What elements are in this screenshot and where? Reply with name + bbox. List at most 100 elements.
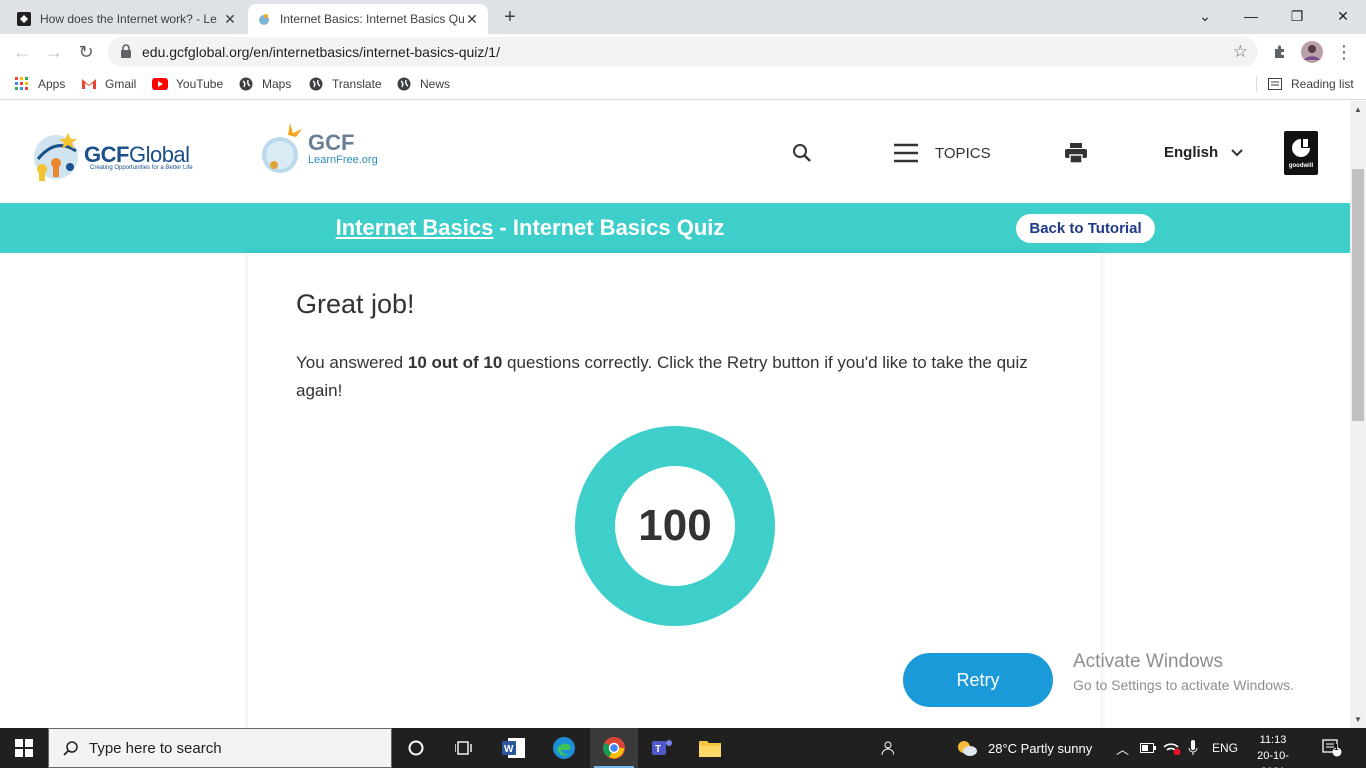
gcf-learnfree-favicon-icon — [256, 11, 272, 27]
windows-logo-icon — [15, 739, 33, 757]
bookmark-label: YouTube — [176, 77, 224, 91]
close-tab-icon[interactable]: ✕ — [222, 11, 238, 28]
tab-internet-basics-quiz[interactable]: Internet Basics: Internet Basics Qu ✕ — [248, 4, 488, 34]
people-icon — [881, 741, 894, 756]
profile-avatar[interactable] — [1298, 38, 1326, 66]
search-icon — [63, 741, 78, 756]
quiz-title-bar: Internet Basics - Internet Basics Quiz B… — [0, 203, 1350, 253]
chevron-up-icon: ︿ — [1116, 741, 1130, 757]
bookmark-translate[interactable]: Translate — [308, 76, 382, 92]
tab-search-icon[interactable]: ⌄ — [1182, 0, 1228, 32]
minimize-button[interactable]: — — [1228, 0, 1274, 32]
bookmark-apps[interactable]: Apps — [14, 76, 65, 92]
scrollbar-thumb[interactable] — [1352, 169, 1364, 421]
retry-button[interactable]: Retry — [903, 653, 1053, 707]
network-tray[interactable] — [1163, 728, 1181, 768]
teams-icon: T — [652, 740, 672, 755]
bookmark-label: Translate — [332, 77, 382, 91]
system-clock[interactable]: 11:13 20-10-2021 — [1246, 732, 1300, 780]
gcfglobal-logo[interactable]: GCFGlobal Creating Opportunities for a B… — [28, 129, 193, 181]
reload-icon[interactable]: ↻ — [72, 38, 100, 66]
course-link[interactable]: Internet Basics — [336, 215, 494, 240]
goodwill-wordmark: goodwill — [1288, 163, 1314, 169]
back-to-tutorial-button[interactable]: Back to Tutorial — [1016, 214, 1155, 243]
quiz-title: Internet Basics Quiz — [512, 215, 725, 240]
youtube-icon — [152, 76, 168, 92]
bookmark-label: News — [420, 77, 451, 91]
learnfree-wordmark: GCF LearnFree.org — [308, 132, 378, 167]
word-app-button[interactable]: W — [490, 728, 538, 768]
bookmark-star-icon[interactable]: ☆ — [1233, 42, 1248, 62]
tab-title: How does the Internet work? - Le — [40, 12, 217, 26]
extensions-puzzle-icon[interactable] — [1266, 38, 1294, 66]
logo-name-rest: Global — [128, 142, 190, 167]
goodwill-smile-icon — [1292, 139, 1310, 157]
close-tab-icon[interactable]: ✕ — [464, 11, 480, 28]
gcf-learnfree-logo[interactable]: GCF LearnFree.org — [258, 119, 378, 179]
tab-internet-work[interactable]: How does the Internet work? - Le ✕ — [8, 4, 246, 34]
globe-icon — [238, 76, 254, 92]
gcfglobal-emblem-icon — [34, 133, 78, 181]
page-scrollbar[interactable]: ▲ ▼ — [1350, 101, 1366, 728]
svg-text:W: W — [504, 744, 514, 755]
site-search-button[interactable] — [792, 143, 812, 168]
watermark-line2: Go to Settings to activate Windows. — [1073, 677, 1294, 693]
language-code: ENG — [1212, 741, 1239, 755]
result-heading: Great job! — [296, 289, 415, 319]
chevron-down-icon — [1231, 148, 1243, 156]
clock-time: 11:13 — [1259, 734, 1287, 746]
globe-icon — [396, 76, 412, 92]
new-tab-button[interactable]: + — [498, 6, 522, 30]
msg-before: You answered — [296, 353, 408, 372]
print-button[interactable] — [1065, 143, 1087, 168]
address-bar[interactable]: edu.gcfglobal.org/en/internetbasics/inte… — [108, 37, 1258, 67]
weather-widget[interactable]: 28°C Partly sunny — [956, 728, 1092, 768]
action-center-button[interactable]: 1 — [1322, 728, 1342, 768]
edge-app-button[interactable] — [540, 728, 588, 768]
bookmarks-bar: Apps Gmail YouTube Maps Translate News R… — [0, 70, 1366, 100]
weather-text: 28°C Partly sunny — [988, 740, 1093, 756]
word-icon: W — [502, 738, 525, 758]
edge-icon — [553, 737, 575, 759]
bookmark-youtube[interactable]: YouTube — [152, 76, 223, 92]
chrome-menu-icon[interactable]: ⋮ — [1330, 38, 1358, 66]
bookmark-news[interactable]: News — [396, 76, 450, 92]
input-language-button[interactable]: ENG — [1212, 728, 1238, 768]
taskbar-search-placeholder: Type here to search — [89, 739, 222, 757]
topics-menu-button[interactable]: TOPICS — [893, 143, 991, 163]
close-window-button[interactable]: ✕ — [1320, 0, 1366, 32]
task-view-button[interactable] — [440, 728, 488, 768]
printer-icon — [1065, 143, 1087, 164]
quiz-page-title: Internet Basics - Internet Basics Quiz — [0, 215, 1060, 241]
network-disconnected-icon — [1163, 743, 1181, 755]
start-button[interactable] — [0, 728, 48, 768]
watermark-line1: Activate Windows — [1073, 651, 1223, 672]
forward-arrow-icon[interactable]: → — [40, 38, 68, 66]
restore-button[interactable]: ❐ — [1274, 0, 1320, 32]
chrome-app-button[interactable] — [590, 728, 638, 768]
reading-list-button[interactable]: Reading list — [1256, 76, 1354, 92]
language-label: English — [1164, 144, 1219, 161]
cortana-button[interactable] — [392, 728, 440, 768]
bookmark-gmail[interactable]: Gmail — [81, 76, 136, 92]
language-selector[interactable]: English — [1164, 144, 1244, 161]
apps-grid-icon — [14, 76, 30, 92]
task-view-icon — [455, 741, 472, 755]
site-header: GCFGlobal Creating Opportunities for a B… — [0, 101, 1350, 203]
teams-app-button[interactable]: T — [638, 728, 686, 768]
people-button[interactable] — [878, 728, 894, 768]
scroll-up-arrow-icon[interactable]: ▲ — [1354, 105, 1362, 114]
logo-name-bold: GCF — [84, 142, 129, 167]
back-arrow-icon[interactable]: ← — [8, 38, 36, 66]
page-viewport: GCFGlobal Creating Opportunities for a B… — [0, 101, 1350, 728]
goodwill-logo[interactable]: goodwill — [1284, 131, 1318, 175]
show-hidden-icons-button[interactable]: ︿ — [1116, 728, 1129, 768]
battery-tray[interactable] — [1140, 728, 1156, 768]
microphone-icon — [1188, 740, 1198, 755]
volume-tray[interactable] — [1188, 728, 1198, 768]
scroll-down-arrow-icon[interactable]: ▼ — [1354, 715, 1362, 724]
taskbar-search-box[interactable]: Type here to search — [48, 728, 392, 768]
file-explorer-button[interactable] — [686, 728, 734, 768]
bookmark-maps[interactable]: Maps — [238, 76, 291, 92]
score-donut: 100 — [575, 426, 775, 626]
